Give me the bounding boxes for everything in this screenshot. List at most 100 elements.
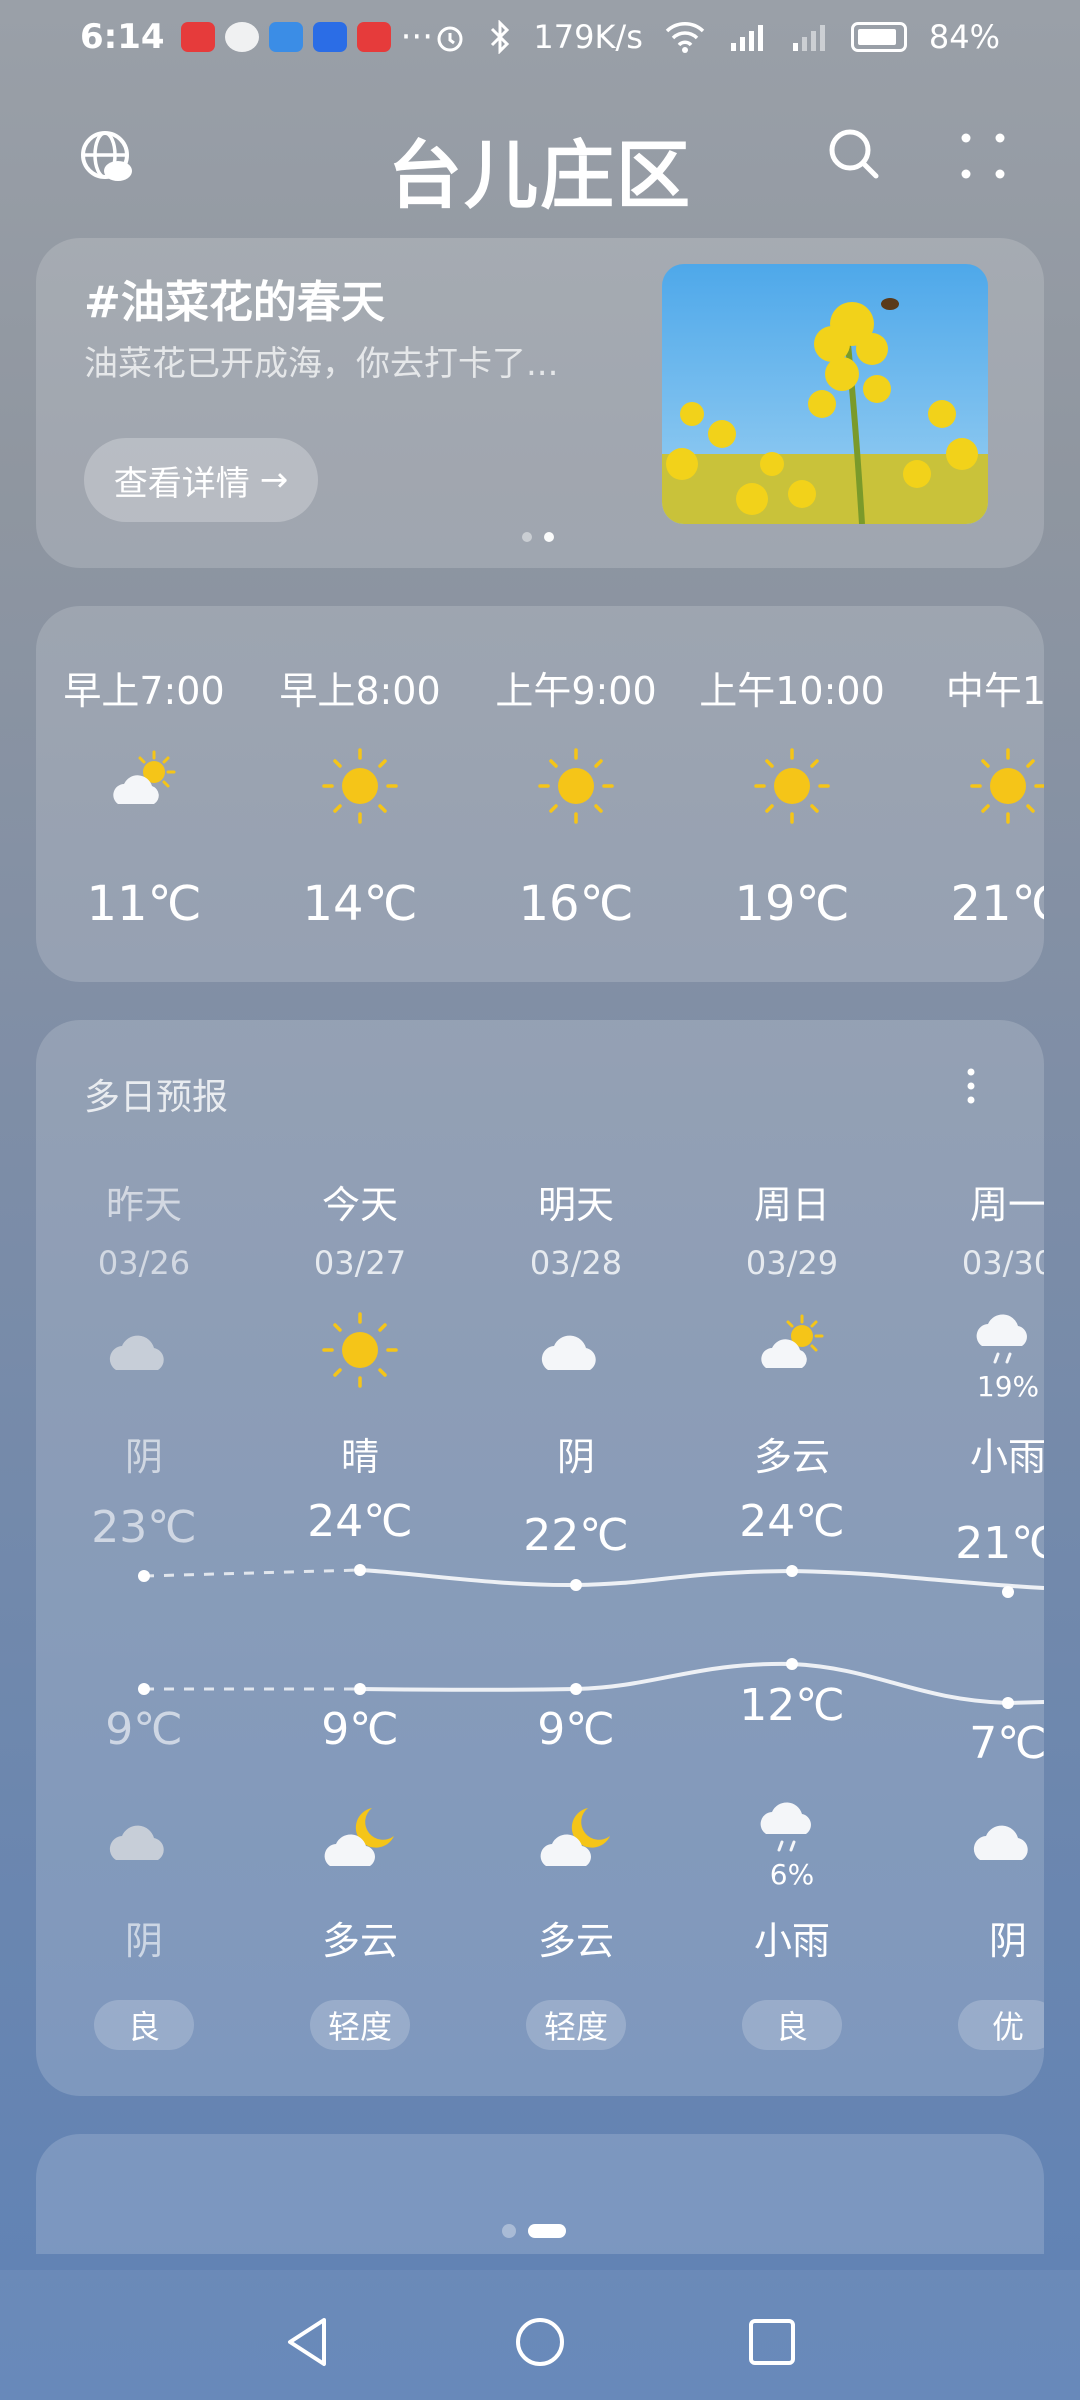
low-temp: 9℃ [105, 1704, 183, 1755]
forecast-date: 03/26 [97, 1244, 191, 1282]
cloud-icon [973, 1825, 1028, 1860]
air-quality-badge: 优 [958, 2000, 1044, 2050]
status-app-icons: ··· [180, 17, 434, 57]
day-weather: 阴 [124, 1435, 163, 1479]
cloud-icon [541, 1335, 596, 1370]
light-rain-icon [760, 1802, 811, 1852]
signal-2-icon [792, 25, 825, 51]
light-rain-icon [976, 1314, 1027, 1364]
cloudy-moon-icon [540, 1808, 610, 1866]
overcast-icon [109, 1335, 164, 1370]
air-quality-badge: 良 [742, 2000, 842, 2050]
high-temp: 21℃ [955, 1518, 1044, 1569]
bluetooth-icon [491, 20, 510, 54]
sunny-icon [538, 748, 614, 824]
air-quality-badge: 轻度 [310, 2000, 410, 2050]
high-temp: 24℃ [307, 1496, 413, 1547]
day-weather: 阴 [556, 1435, 595, 1479]
battery-icon [850, 22, 907, 52]
banner-subtitle: 油菜花已开成海，你去打卡了... [84, 344, 559, 384]
partly-cloudy-sun-icon [113, 750, 176, 804]
sunny-icon [754, 748, 830, 824]
day-precip-percent: 19% [976, 1370, 1040, 1403]
hourly-temp: 14℃ [302, 876, 418, 932]
hourly-temp: 21℃ [950, 876, 1045, 932]
air-quality-badge: 轻度 [526, 2000, 626, 2050]
forecast-title: 多日预报 [84, 1077, 229, 1118]
view-details-button[interactable]: 查看详情 → [84, 438, 318, 522]
forecast-day-name: 周日 [753, 1183, 830, 1227]
cloudy-moon-icon [324, 1808, 394, 1866]
day-weather: 小雨 [969, 1435, 1044, 1479]
sunny-icon [970, 748, 1044, 824]
network-speed: 179K/s [533, 18, 643, 56]
forecast-day-name: 周一 [969, 1183, 1044, 1227]
rapeseed-flower-image [662, 264, 988, 524]
alarm-icon [437, 26, 463, 52]
recent-apps-icon[interactable] [742, 2312, 802, 2372]
baidu-icon [312, 22, 347, 52]
hourly-time: 早上8:00 [279, 669, 441, 713]
low-temp: 7℃ [969, 1718, 1044, 1769]
book-app-icon [356, 22, 391, 52]
wifi-icon [665, 22, 705, 53]
overcast-icon [109, 1825, 164, 1860]
hourly-time: 上午10:00 [699, 669, 885, 713]
forecast-day-name: 明天 [537, 1183, 614, 1227]
high-temp: 22℃ [523, 1510, 629, 1561]
night-weather: 多云 [321, 1919, 398, 1963]
hourly-temp: 19℃ [734, 876, 850, 932]
status-time: 6:14 [80, 17, 165, 57]
back-icon[interactable] [278, 2312, 338, 2372]
low-temp: 12℃ [739, 1680, 845, 1731]
hourly-temp: 11℃ [86, 876, 202, 932]
low-temp: 9℃ [537, 1704, 615, 1755]
status-bar: 6:14 ··· 179K/s 84% [0, 0, 1080, 74]
air-quality-badge: 良 [94, 2000, 194, 2050]
view-details-label: 查看详情 [113, 463, 250, 504]
hourly-time: 上午9:00 [495, 669, 657, 713]
banner-title: #油菜花的春天 [84, 277, 385, 328]
low-temp: 9℃ [321, 1704, 399, 1755]
hourly-time: 中午11 [945, 669, 1044, 713]
battery-percent: 84% [928, 18, 1000, 56]
huawei-store-icon [180, 22, 215, 52]
day-weather: 晴 [340, 1435, 379, 1479]
home-icon[interactable] [510, 2312, 570, 2372]
multi-day-forecast-card[interactable]: 多日预报 昨天 03/26 阴 23℃ 9℃ 阴 良 今天 03/27 晴 24… [36, 1020, 1044, 2096]
night-weather: 阴 [988, 1919, 1027, 1963]
signal-5g-icon [730, 25, 763, 51]
day-weather: 多云 [753, 1435, 830, 1479]
sunny-icon [322, 1312, 398, 1388]
page-indicator [502, 2224, 566, 2238]
more-menu-icon[interactable] [958, 128, 1008, 184]
cloud-app-icon [268, 22, 303, 52]
night-weather: 阴 [124, 1919, 163, 1963]
night-precip-percent: 6% [769, 1858, 815, 1891]
status-overflow: ··· [400, 17, 434, 57]
arrow-right-icon: → [259, 460, 289, 500]
forecast-date: 03/27 [313, 1244, 407, 1282]
hourly-forecast-card[interactable]: 早上7:00 11℃ 早上8:00 14℃ 上午9:00 16℃ 上午10:00… [36, 606, 1044, 982]
partly-cloudy-sun-icon [761, 1314, 824, 1368]
forecast-day-name: 昨天 [105, 1183, 182, 1227]
forecast-date: 03/29 [745, 1244, 839, 1282]
city-title[interactable]: 台儿庄区 [0, 116, 1080, 223]
forecast-date: 03/30 [961, 1244, 1044, 1282]
search-icon[interactable] [826, 126, 882, 182]
forecast-more-icon[interactable] [956, 1062, 986, 1110]
wechat-icon [224, 22, 259, 52]
forecast-day-name: 今天 [321, 1183, 398, 1227]
high-temp: 23℃ [91, 1502, 197, 1553]
hourly-time: 早上7:00 [63, 669, 225, 713]
hourly-temp: 16℃ [518, 876, 634, 932]
night-weather: 小雨 [753, 1919, 830, 1963]
forecast-date: 03/28 [529, 1244, 623, 1282]
high-temp: 24℃ [739, 1496, 845, 1547]
header: 台儿庄区 [0, 110, 1080, 220]
sunny-icon [322, 748, 398, 824]
banner-card[interactable]: #油菜花的春天 油菜花已开成海，你去打卡了... 查看详情 → [36, 238, 1044, 568]
banner-page-indicator [522, 532, 554, 542]
night-weather: 多云 [537, 1919, 614, 1963]
system-navigation-bar [0, 2270, 1080, 2400]
